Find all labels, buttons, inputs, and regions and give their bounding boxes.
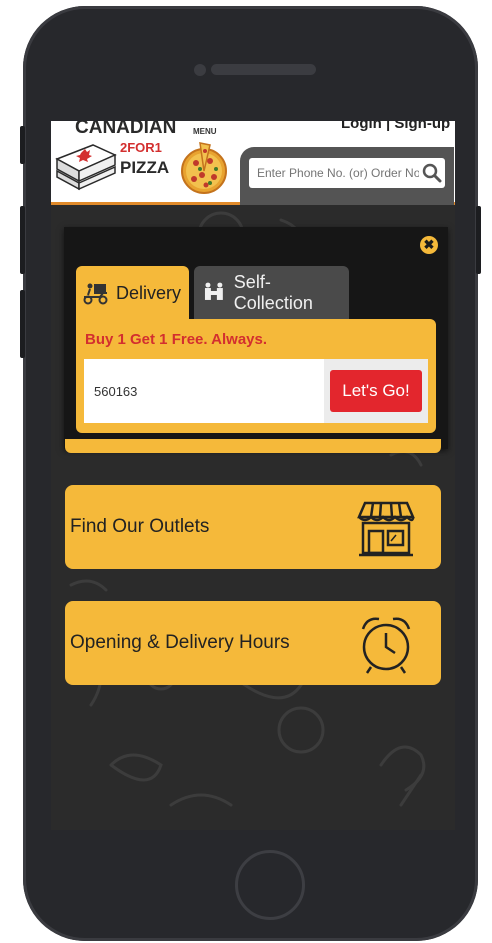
pincode-input[interactable]	[84, 359, 324, 423]
brand-pizza: PIZZA	[120, 158, 170, 177]
promo-text: Buy 1 Get 1 Free. Always.	[85, 331, 268, 348]
volume-down-button	[20, 290, 25, 358]
opening-hours-label: Opening & Delivery Hours	[70, 632, 290, 653]
brand-tagline: 2FOR1	[120, 140, 162, 155]
menu-pizza-icon[interactable]	[180, 139, 228, 197]
alarm-clock-icon	[361, 617, 411, 674]
menu-label: MENU	[193, 127, 217, 136]
tab-self-collection[interactable]: Self-Collection	[194, 266, 349, 320]
self-collection-icon	[204, 282, 223, 300]
brand-name: CANADIAN	[75, 121, 177, 138]
search-icon[interactable]	[422, 163, 442, 183]
close-icon[interactable]: ✖	[420, 236, 438, 254]
delivery-panel: Buy 1 Get 1 Free. Always. Let's Go!	[76, 319, 436, 433]
pizza-box-logo-icon	[55, 144, 117, 191]
volume-up-button	[20, 206, 25, 274]
tab-delivery[interactable]: Delivery	[76, 266, 189, 320]
mute-switch	[20, 126, 25, 164]
order-search-bar	[240, 147, 454, 205]
opening-hours-card[interactable]: Opening & Delivery Hours	[65, 601, 441, 685]
app-screen: CANADIAN 2FOR1 PIZZA MENU Login | Sign-u…	[51, 121, 455, 830]
tab-self-collection-label: Self-Collection	[233, 272, 313, 313]
go-button-area: Let's Go!	[324, 359, 428, 423]
store-icon	[357, 501, 415, 557]
delivery-scooter-icon	[83, 283, 108, 305]
site-header: CANADIAN 2FOR1 PIZZA MENU Login | Sign-u…	[51, 121, 455, 205]
power-button	[476, 206, 481, 274]
front-camera	[194, 64, 206, 76]
tab-delivery-label: Delivery	[116, 282, 182, 303]
earpiece-speaker	[211, 64, 316, 75]
order-search-input[interactable]	[249, 158, 445, 188]
login-signup-links[interactable]: Login | Sign-up	[341, 121, 450, 132]
lets-go-button[interactable]: Let's Go!	[330, 370, 422, 412]
modal-underlay-strip	[65, 439, 441, 453]
home-button[interactable]	[235, 850, 305, 920]
find-outlets-card[interactable]: Find Our Outlets	[65, 485, 441, 569]
find-outlets-label: Find Our Outlets	[70, 516, 210, 537]
order-type-modal: ✖ Delivery Self-Collection Buy 1 Get 1 F…	[64, 227, 448, 449]
